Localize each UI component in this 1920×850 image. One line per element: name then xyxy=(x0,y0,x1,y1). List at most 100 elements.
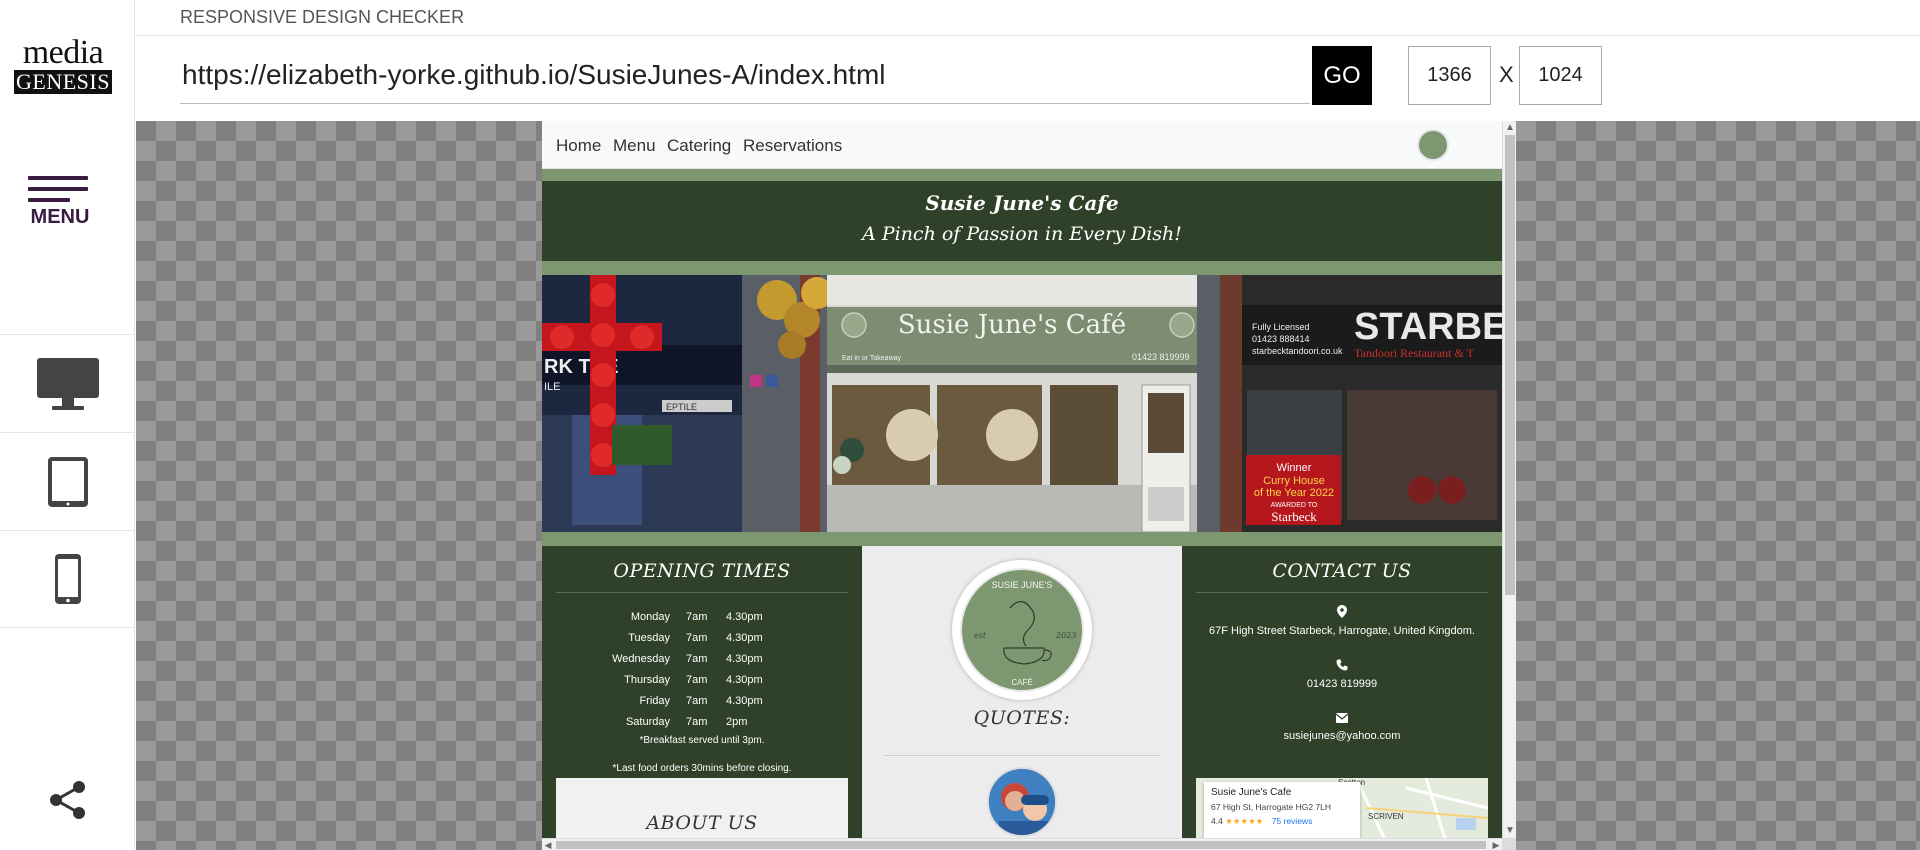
preview-frame[interactable]: Home Menu Catering Reservations Susie Ju… xyxy=(542,121,1516,850)
preview-vertical-scrollbar[interactable]: ▲ ▼ xyxy=(1502,121,1516,838)
hours-day: Saturday xyxy=(625,715,670,728)
cafe-sign-small: Eat in or Takeaway xyxy=(842,355,902,362)
opening-times-section: OPENING TIMES Monday 7am 4.30pm Tuesday 7am… xyxy=(542,546,862,838)
hours-close: 4.30pm xyxy=(726,631,763,644)
site-nav-logo[interactable] xyxy=(1417,129,1449,161)
site-nav-catering[interactable]: Catering xyxy=(667,136,731,156)
hours-close: 4.30pm xyxy=(726,673,763,686)
hours-day: Monday xyxy=(630,610,670,623)
hours-row: Tuesday 7am 4.30pm xyxy=(544,628,860,647)
hours-close: 4.30pm xyxy=(726,694,763,707)
map-rating: 4.4 xyxy=(1211,816,1223,826)
poster-line-3: of the Year 2022 xyxy=(1254,487,1334,499)
breakfast-note: *Breakfast served until 3pm. xyxy=(639,735,765,746)
divider xyxy=(1196,592,1488,593)
site-header: Susie June's Cafe A Pinch of Passion in … xyxy=(542,169,1502,275)
poster-line-5: Starbeck xyxy=(1271,509,1317,524)
emblem-bottom-text: CAFÉ xyxy=(1011,678,1032,687)
top-bar: RESPONSIVE DESIGN CHECKER GO X xyxy=(136,0,1920,121)
email-icon xyxy=(1182,712,1502,726)
map-place-rating-row: 4.4 ★★★★★ 75 reviews xyxy=(1211,816,1353,827)
hours-open: 7am xyxy=(686,694,708,707)
tandoori-name: STARBE xyxy=(1354,306,1502,348)
shopfront-photo: RK TRE ILE EPTILE Susie June's Café Eat … xyxy=(542,275,1502,532)
scrollbar-corner xyxy=(1502,838,1516,850)
site-nav-home[interactable]: Home xyxy=(556,136,601,156)
share-button[interactable] xyxy=(48,780,88,825)
embedded-map[interactable]: Scotton SCRIVEN Susie June's Cafe 67 Hig… xyxy=(1196,778,1488,838)
poster-line-2: Curry House xyxy=(1263,475,1325,487)
hours-day: Wednesday xyxy=(612,652,670,665)
hours-row: Saturday 7am 2pm xyxy=(544,712,860,731)
go-button[interactable]: GO xyxy=(1312,46,1372,105)
map-place-card: Susie June's Cafe 67 High St, Harrogate … xyxy=(1204,782,1360,838)
tandoori-licence: Fully Licensed xyxy=(1252,322,1310,332)
previewed-website: Home Menu Catering Reservations Susie Ju… xyxy=(542,121,1502,838)
device-mobile-button[interactable] xyxy=(0,530,135,628)
left-shop-sign-3: EPTILE xyxy=(666,402,697,412)
media-genesis-logo[interactable]: media GENESIS xyxy=(14,36,112,94)
last-orders-note: *Last food orders 30mins before closing. xyxy=(612,763,792,774)
responsive-design-checker: media GENESIS MENU RESPONSIVE DESIGN CHE… xyxy=(0,0,1920,850)
hours-day: Thursday xyxy=(624,673,670,686)
height-input[interactable] xyxy=(1519,46,1602,105)
logo-text-genesis: GENESIS xyxy=(14,70,112,94)
share-icon xyxy=(50,781,85,819)
left-shop-sign-2: ILE xyxy=(544,381,561,393)
scrollbar-thumb[interactable] xyxy=(1505,135,1515,595)
sidebar: media GENESIS MENU xyxy=(0,0,135,850)
hours-row: Friday 7am 4.30pm xyxy=(544,691,860,710)
opening-times-title: OPENING TIMES xyxy=(613,560,791,582)
tablet-icon xyxy=(47,456,88,507)
url-input[interactable] xyxy=(180,46,1310,104)
map-place-name: Susie June's Cafe xyxy=(1211,787,1292,798)
divider xyxy=(136,35,1920,36)
hours-row: Monday 7am 4.30pm xyxy=(544,607,860,626)
contact-address: 67F High Street Starbeck, Harrogate, Uni… xyxy=(1209,625,1475,637)
tandoori-sub: Tandoori Restaurant & T xyxy=(1354,346,1475,360)
map-place-address: 67 High St, Harrogate HG2 7LH xyxy=(1211,802,1332,812)
scrollbar-thumb[interactable] xyxy=(556,841,1486,849)
quotes-section: SUSIE JUNE'S CAFÉ est 2023 QUOTES: xyxy=(862,546,1182,838)
map-pin-icon xyxy=(1182,605,1502,621)
contact-phone[interactable]: 01423 819999 xyxy=(1182,678,1502,690)
site-nav-menu[interactable]: Menu xyxy=(613,136,656,156)
emblem-top-text: SUSIE JUNE'S xyxy=(992,580,1053,590)
hours-close: 4.30pm xyxy=(726,610,763,623)
phone-icon xyxy=(1182,659,1502,674)
about-us-title: ABOUT US xyxy=(646,812,758,834)
map-reviews-link[interactable]: 75 reviews xyxy=(1272,816,1313,826)
site-nav-reservations[interactable]: Reservations xyxy=(743,136,842,156)
contact-us-title: CONTACT US xyxy=(1272,560,1412,582)
quote-avatar xyxy=(987,767,1057,837)
scroll-up-arrow-icon[interactable]: ▲ xyxy=(1503,121,1516,135)
desktop-icon xyxy=(36,357,99,410)
map-label-scriven: SCRIVEN xyxy=(1368,812,1404,821)
page-title: RESPONSIVE DESIGN CHECKER xyxy=(180,7,465,27)
contact-email[interactable]: susiejunes@yahoo.com xyxy=(1182,730,1502,742)
hours-close: 4.30pm xyxy=(726,652,763,665)
device-tablet-button[interactable] xyxy=(0,432,135,530)
hours-day: Friday xyxy=(639,694,670,707)
site-header-title: Susie June's Cafe xyxy=(925,191,1119,215)
photo-bottom-band xyxy=(542,532,1502,546)
hours-open: 7am xyxy=(686,715,708,728)
quotes-title: QUOTES: xyxy=(973,707,1071,729)
menu-button[interactable]: MENU xyxy=(28,176,92,229)
hours-day: Tuesday xyxy=(628,631,670,644)
cafe-sign-phone: 01423 819999 xyxy=(1132,352,1190,362)
scroll-down-arrow-icon[interactable]: ▼ xyxy=(1503,824,1516,838)
scroll-left-arrow-icon[interactable]: ◀ xyxy=(542,839,554,850)
site-navbar: Home Menu Catering Reservations xyxy=(542,121,1502,169)
star-icon: ★★★★★ xyxy=(1225,816,1264,826)
hours-row: Wednesday 7am 4.30pm xyxy=(544,649,860,668)
about-us-card: ABOUT US xyxy=(556,778,848,838)
device-desktop-button[interactable] xyxy=(0,334,135,432)
preview-horizontal-scrollbar[interactable]: ◀ ▶ xyxy=(542,838,1502,850)
scroll-right-arrow-icon[interactable]: ▶ xyxy=(1490,839,1502,850)
poster-line-4: AWARDED TO xyxy=(1271,502,1318,509)
poster-line-1: Winner xyxy=(1277,462,1312,474)
site-header-tagline: A Pinch of Passion in Every Dish! xyxy=(862,223,1182,245)
width-input[interactable] xyxy=(1408,46,1491,105)
hours-open: 7am xyxy=(686,673,708,686)
